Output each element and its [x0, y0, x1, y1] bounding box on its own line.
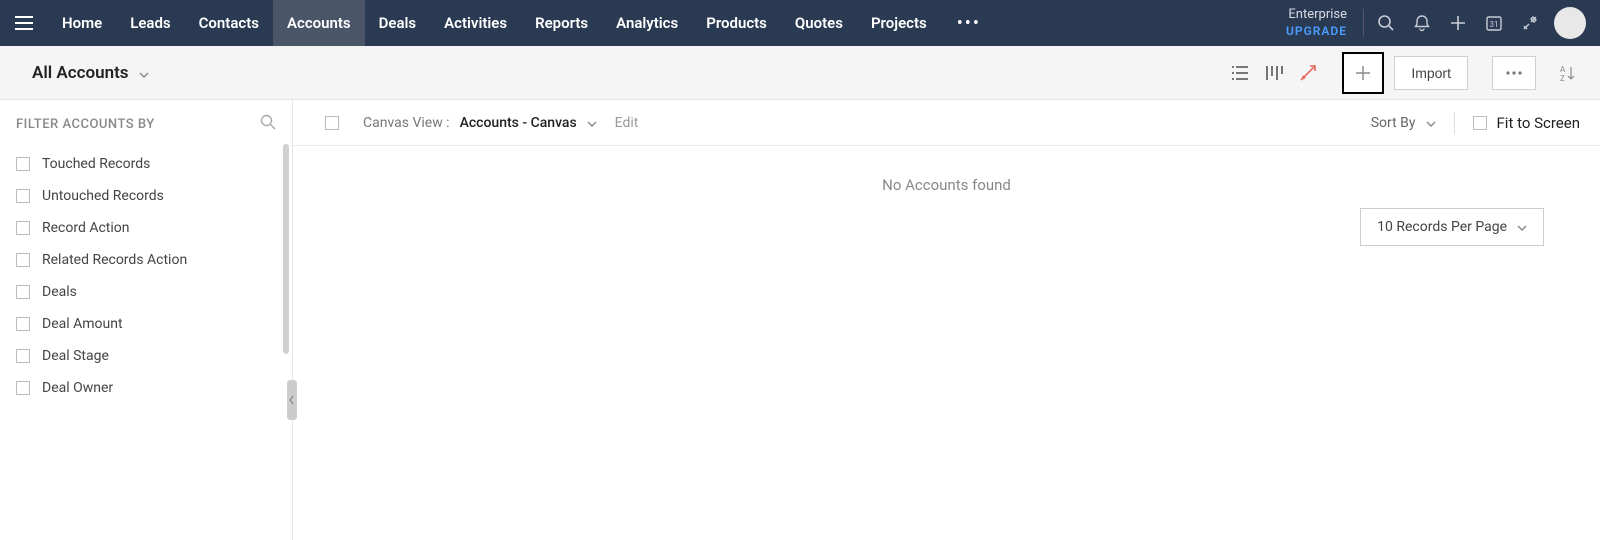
- filter-checkbox[interactable]: [16, 157, 30, 171]
- filter-item[interactable]: Deals: [16, 276, 276, 308]
- filter-item[interactable]: Deal Stage: [16, 340, 276, 372]
- subheader: All Accounts Import AZ: [0, 46, 1600, 100]
- svg-text:31: 31: [1490, 20, 1499, 29]
- view-title-text: All Accounts: [32, 63, 129, 83]
- caret-down-icon: [1426, 115, 1436, 131]
- nav-item-reports[interactable]: Reports: [521, 0, 602, 46]
- filter-label: Touched Records: [42, 156, 150, 172]
- svg-text:A: A: [1560, 65, 1566, 74]
- filter-checkbox[interactable]: [16, 189, 30, 203]
- filter-checkbox[interactable]: [16, 285, 30, 299]
- filter-sidebar: FILTER ACCOUNTS BY Touched Records Untouc…: [0, 100, 293, 540]
- calendar-icon[interactable]: 31: [1476, 0, 1512, 46]
- filter-label: Untouched Records: [42, 188, 164, 204]
- divider: [1454, 112, 1455, 134]
- main-area: Canvas View : Accounts - Canvas Edit Sor…: [293, 100, 1600, 540]
- nav-item-quotes[interactable]: Quotes: [781, 0, 857, 46]
- filter-checkbox[interactable]: [16, 349, 30, 363]
- filter-checkbox[interactable]: [16, 253, 30, 267]
- fit-to-screen-label: Fit to Screen: [1497, 114, 1581, 132]
- filter-search-icon[interactable]: [260, 114, 276, 134]
- nav-item-leads[interactable]: Leads: [116, 0, 184, 46]
- filter-item[interactable]: Related Records Action: [16, 244, 276, 276]
- bell-icon[interactable]: [1404, 0, 1440, 46]
- filter-label: Deal Amount: [42, 316, 123, 332]
- filter-label: Related Records Action: [42, 252, 187, 268]
- edit-canvas-link[interactable]: Edit: [615, 115, 639, 131]
- pager-label: 10 Records Per Page: [1377, 219, 1507, 235]
- search-icon[interactable]: [1368, 0, 1404, 46]
- filter-label: Record Action: [42, 220, 130, 236]
- plan-info: Enterprise UPGRADE: [1286, 7, 1359, 39]
- nav-item-analytics[interactable]: Analytics: [602, 0, 692, 46]
- filter-item[interactable]: Record Action: [16, 212, 276, 244]
- nav-item-home[interactable]: Home: [48, 0, 116, 46]
- tools-icon[interactable]: [1512, 0, 1548, 46]
- sort-az-icon[interactable]: AZ: [1552, 59, 1580, 87]
- plus-icon[interactable]: [1440, 0, 1476, 46]
- nav-item-deals[interactable]: Deals: [365, 0, 431, 46]
- canvas-view-label: Canvas View :: [363, 115, 450, 131]
- canvas-view-icon[interactable]: [1294, 59, 1322, 87]
- sort-by-selector[interactable]: Sort By: [1371, 115, 1436, 131]
- top-nav: HomeLeadsContactsAccountsDealsActivities…: [0, 0, 1600, 46]
- import-button[interactable]: Import: [1394, 56, 1468, 90]
- list-view-icon[interactable]: [1226, 59, 1254, 87]
- records-per-page-selector[interactable]: 10 Records Per Page: [1360, 208, 1544, 246]
- view-selector[interactable]: All Accounts: [20, 63, 149, 83]
- canvas-name-text: Accounts - Canvas: [460, 115, 577, 131]
- scrollbar-thumb[interactable]: [283, 144, 289, 354]
- canvas-selector[interactable]: Accounts - Canvas: [460, 115, 597, 131]
- separator: [1363, 9, 1364, 37]
- caret-down-icon: [139, 63, 149, 83]
- filter-label: Deal Stage: [42, 348, 109, 364]
- filter-item[interactable]: Touched Records: [16, 148, 276, 180]
- nav-item-activities[interactable]: Activities: [430, 0, 521, 46]
- filter-item[interactable]: Untouched Records: [16, 180, 276, 212]
- fit-to-screen-checkbox[interactable]: [1473, 116, 1487, 130]
- kanban-view-icon[interactable]: [1260, 59, 1288, 87]
- svg-text:Z: Z: [1560, 74, 1565, 82]
- select-all-checkbox[interactable]: [325, 116, 339, 130]
- filter-label: Deals: [42, 284, 77, 300]
- sort-by-label: Sort By: [1371, 115, 1416, 131]
- more-actions-button[interactable]: [1492, 56, 1536, 90]
- empty-state-message: No Accounts found: [293, 146, 1600, 194]
- filter-item[interactable]: Deal Amount: [16, 308, 276, 340]
- filter-item[interactable]: Deal Owner: [16, 372, 276, 404]
- caret-down-icon: [1517, 219, 1527, 235]
- filter-label: Deal Owner: [42, 380, 113, 396]
- nav-item-products[interactable]: Products: [692, 0, 781, 46]
- nav-more-icon[interactable]: •••: [941, 13, 997, 34]
- nav-item-projects[interactable]: Projects: [857, 0, 941, 46]
- filter-title: FILTER ACCOUNTS BY: [16, 117, 155, 132]
- nav-item-contacts[interactable]: Contacts: [185, 0, 273, 46]
- caret-down-icon: [587, 115, 597, 131]
- canvas-toolbar: Canvas View : Accounts - Canvas Edit Sor…: [293, 100, 1600, 146]
- plan-name: Enterprise: [1286, 7, 1347, 24]
- filter-checkbox[interactable]: [16, 221, 30, 235]
- filter-checkbox[interactable]: [16, 381, 30, 395]
- add-button[interactable]: [1342, 52, 1384, 94]
- menu-icon[interactable]: [0, 16, 48, 30]
- upgrade-link[interactable]: UPGRADE: [1286, 24, 1347, 40]
- nav-item-accounts[interactable]: Accounts: [273, 0, 365, 46]
- avatar[interactable]: [1554, 7, 1586, 39]
- filter-checkbox[interactable]: [16, 317, 30, 331]
